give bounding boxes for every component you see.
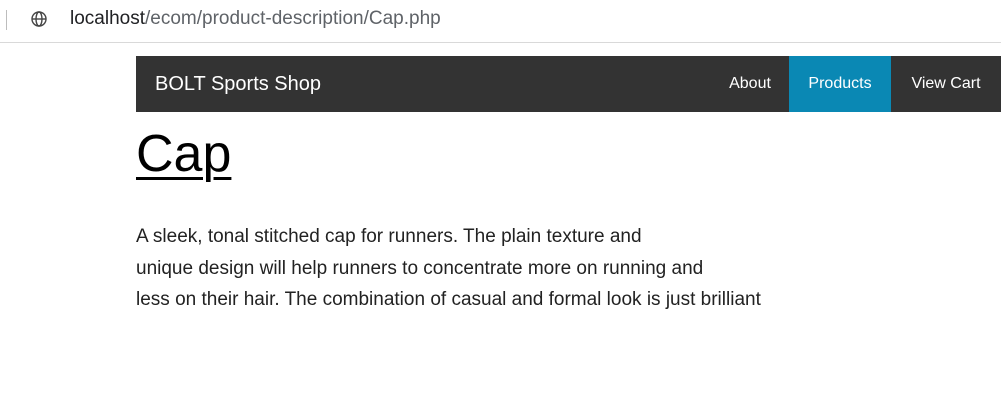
brand-link[interactable]: BOLT Sports Shop — [155, 56, 321, 112]
browser-address-bar[interactable]: localhost/ecom/product-description/Cap.p… — [0, 0, 1001, 43]
nav-about[interactable]: About — [711, 56, 789, 112]
address-url[interactable]: localhost/ecom/product-description/Cap.p… — [70, 8, 441, 30]
site-navbar: BOLT Sports Shop About Products View Car… — [136, 56, 1001, 112]
address-bar-edge — [6, 10, 7, 30]
globe-icon — [31, 11, 47, 27]
product-description: A sleek, tonal stitched cap for runners.… — [136, 221, 856, 316]
nav-view-cart[interactable]: View Cart — [891, 56, 1001, 112]
description-line: unique design will help runners to conce… — [136, 257, 704, 279]
url-host: localhost — [70, 8, 145, 29]
product-title: Cap — [136, 125, 232, 183]
nav-products[interactable]: Products — [789, 56, 891, 112]
description-line: A sleek, tonal stitched cap for runners.… — [136, 226, 642, 247]
description-line: less on their hair. The combination of c… — [136, 289, 761, 310]
url-path: /ecom/product-description/Cap.php — [145, 8, 441, 29]
